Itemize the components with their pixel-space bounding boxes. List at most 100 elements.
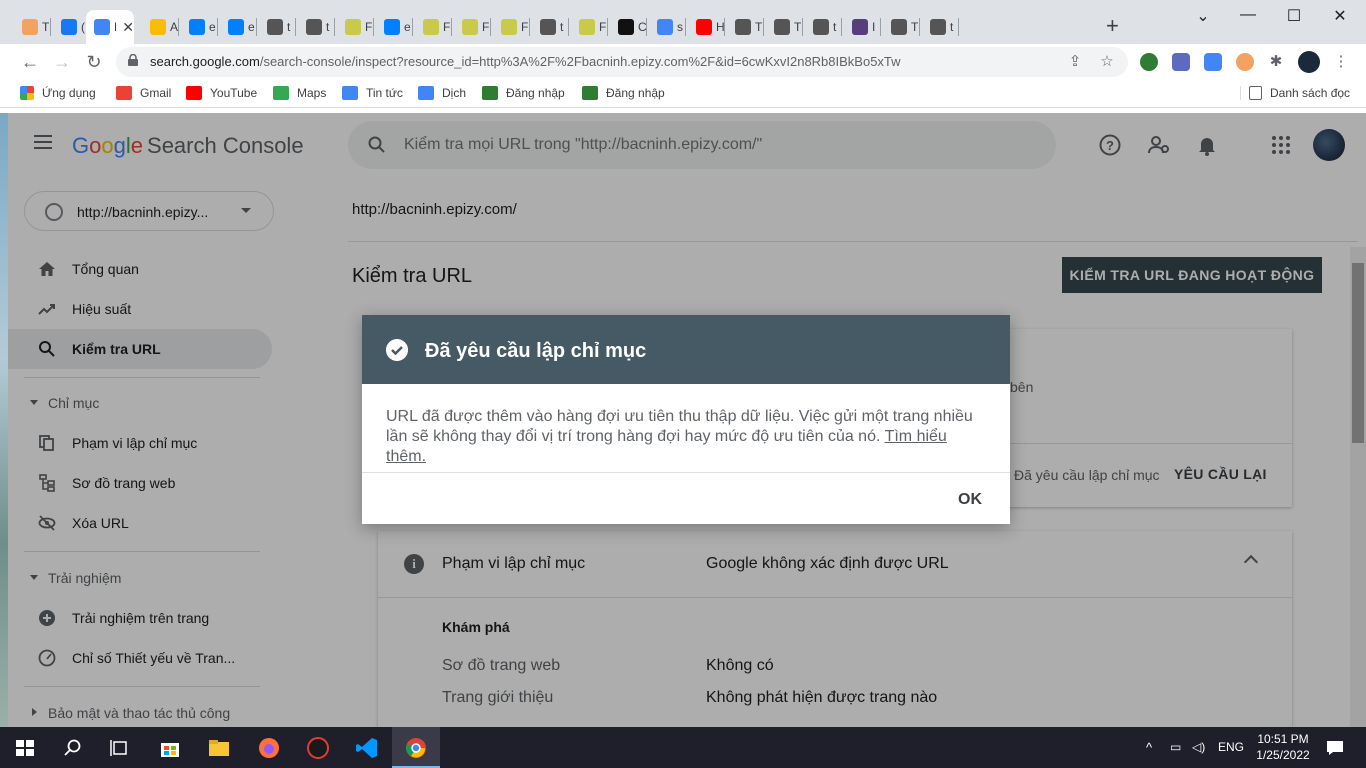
extension-globe-icon[interactable] [1140,53,1158,71]
tab-favicon-icon [345,19,361,35]
tab-strip: + ⌄ — ☐ ✕ T (Ki ✕ Ae e t t Fe F F Ft F Cs H T Tt I Tt [0,0,1366,44]
news-icon [342,86,358,100]
maximize-icon[interactable]: ☐ [1271,6,1317,26]
tab-title: F [482,20,490,34]
translate-extension-icon[interactable] [1204,53,1222,71]
tab-favicon-icon [306,19,322,35]
extensions-icon[interactable]: ✱ [1267,53,1285,71]
tab-title: H [716,20,725,34]
tray-chevron-up-icon[interactable]: ^ [1146,740,1152,755]
notification-center-icon[interactable] [1322,735,1348,761]
tab-close-icon[interactable]: ✕ [122,19,134,36]
search-console-app: GoogleSearch Console ? http://bacninh.ep… [8,113,1366,727]
volume-icon[interactable]: ◁) [1192,740,1205,754]
close-window-icon[interactable]: ✕ [1317,6,1363,26]
bookmark-label: Dịch [442,86,467,100]
tab-favicon-icon [61,19,77,35]
address-bar[interactable]: search.google.com/search-console/inspect… [116,47,1128,77]
tab-title: t [287,20,291,34]
bookmark-star-icon[interactable]: ☆ [1098,53,1116,71]
bookmark-label: Ứng dụng [42,86,96,100]
minimize-icon[interactable]: — [1225,6,1271,24]
browser-tab[interactable]: e [181,10,219,44]
browser-tab[interactable]: e [376,10,414,44]
chrome-icon[interactable] [403,735,429,761]
forward-icon[interactable]: → [50,50,74,74]
bookmark-label: YouTube [210,86,258,100]
tab-title: t [560,20,564,34]
bookmark-youtube[interactable]: YouTube [186,86,257,100]
tab-title: s [677,20,683,34]
bookmark-news[interactable]: Tin tức [342,86,403,100]
browser-tab[interactable]: F [454,10,492,44]
tab-search-icon[interactable]: ⌄ [1180,6,1226,26]
task-view-icon[interactable] [107,735,133,761]
browser-tab[interactable]: H [688,10,726,44]
browser-tab[interactable]: t [922,10,960,44]
share-icon[interactable]: ⇪ [1066,53,1084,71]
gmail-icon [116,86,132,100]
browser-tab[interactable]: I [844,10,882,44]
bookmark-maps[interactable]: Maps [273,86,326,100]
bookmark-gmail[interactable]: Gmail [116,86,171,100]
browser-toolbar: ← → ↻ search.google.com/search-console/i… [0,44,1366,80]
reading-list[interactable]: Danh sách đọc [1240,86,1350,100]
tab-favicon-icon [501,19,517,35]
garena-icon[interactable] [305,735,331,761]
taskbar-search-icon[interactable] [60,735,86,761]
bookmark-translate[interactable]: Dịch [418,86,466,100]
ok-button[interactable]: OK [946,488,994,512]
vscode-icon[interactable] [354,735,380,761]
browser-tab-active[interactable]: Ki ✕ [86,10,134,44]
back-icon[interactable]: ← [18,50,42,74]
tab-title: t [950,20,954,34]
new-tab-button[interactable]: + [1106,15,1119,37]
windows-taskbar: ^ ▭ ◁) ENG 10:51 PM 1/25/2022 [0,727,1366,768]
more-menu-icon[interactable]: ⋮ [1332,53,1350,71]
login-site-icon [482,86,498,100]
extension-puzzle-blue-icon[interactable] [1172,53,1190,71]
browser-tab[interactable]: F [493,10,531,44]
dialog-title: Đã yêu cầu lập chỉ mục [425,340,647,362]
tab-favicon-icon [267,19,283,35]
browser-tab[interactable]: T [883,10,921,44]
tab-favicon-icon [930,19,946,35]
browser-tab[interactable]: T [766,10,804,44]
indexing-requested-dialog: Đã yêu cầu lập chỉ mục URL đã được thêm … [362,315,1010,524]
browser-tab[interactable]: T [727,10,765,44]
browser-tab[interactable]: C [610,10,648,44]
browser-tab[interactable]: t [805,10,843,44]
browser-tab[interactable]: t [298,10,336,44]
profile-avatar[interactable] [1298,51,1320,73]
bookmark-label: Tin tức [366,86,403,100]
bookmark-apps[interactable]: Ứng dụng [20,86,96,100]
clock-date: 1/25/2022 [1256,748,1310,762]
bookmark-label: Maps [297,86,327,100]
extension-figure-icon[interactable] [1236,53,1254,71]
tab-title: T [42,20,50,34]
apps-grid-icon [20,86,34,100]
reload-icon[interactable]: ↻ [82,50,106,74]
dialog-header: Đã yêu cầu lập chỉ mục [362,315,1010,384]
bookmark-login-1[interactable]: Đăng nhập [482,86,565,100]
browser-tab[interactable]: A [142,10,180,44]
browser-tab[interactable]: T [14,10,52,44]
battery-icon[interactable]: ▭ [1170,740,1181,754]
reading-list-icon [1249,86,1262,100]
browser-tab[interactable]: s [649,10,687,44]
firefox-icon[interactable] [256,735,282,761]
browser-tab[interactable]: t [532,10,570,44]
tab-title: A [170,20,179,34]
input-language[interactable]: ENG [1218,740,1244,754]
microsoft-store-icon[interactable] [157,735,183,761]
browser-tab[interactable]: e [220,10,258,44]
browser-tab[interactable]: F [337,10,375,44]
windows-start-icon[interactable] [12,735,38,761]
bookmarks-bar: Ứng dụng Gmail YouTube Maps Tin tức Dịch… [0,80,1366,108]
bookmark-login-2[interactable]: Đăng nhập [582,86,665,100]
file-explorer-icon[interactable] [206,735,232,761]
taskbar-clock[interactable]: 10:51 PM 1/25/2022 [1252,731,1314,763]
browser-tab[interactable]: t [259,10,297,44]
browser-tab[interactable]: F [571,10,609,44]
browser-tab[interactable]: F [415,10,453,44]
